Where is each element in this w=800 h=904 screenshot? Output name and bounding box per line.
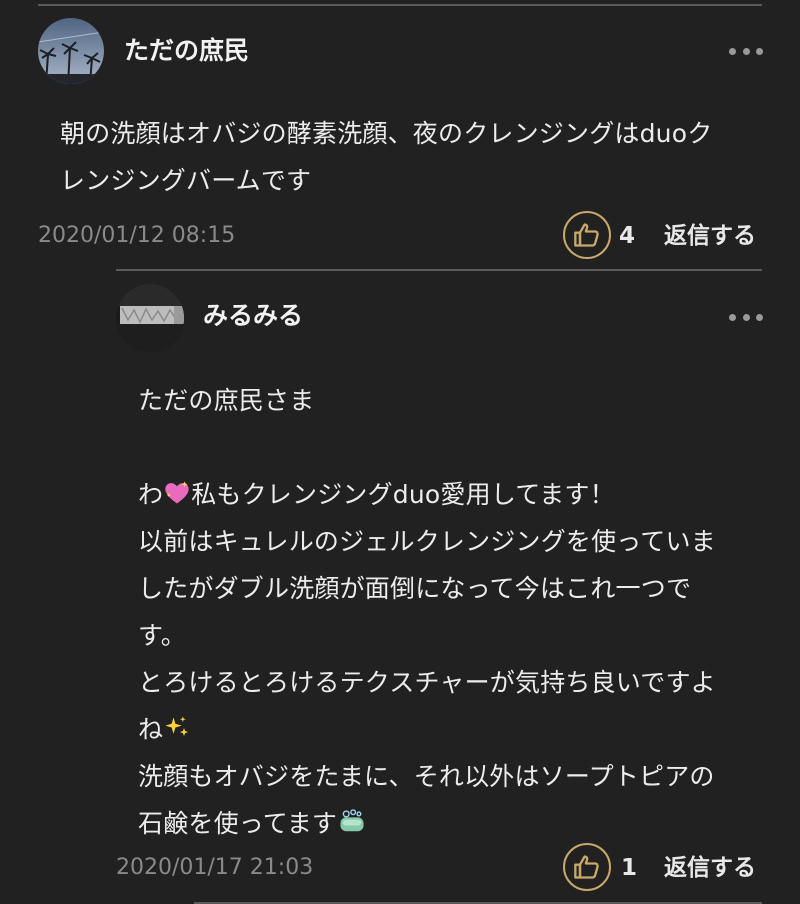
comment-thread: ただの庶民 朝の洗顔はオバジの酵素洗顔、夜のクレンジングはduoク レンジングバ… bbox=[0, 0, 800, 904]
reply-divider bbox=[116, 269, 762, 271]
comment-text: わ bbox=[138, 480, 164, 509]
comment-line: ね bbox=[138, 706, 716, 753]
like-button[interactable] bbox=[563, 843, 611, 891]
comment-author[interactable]: ただの庶民 bbox=[124, 38, 249, 63]
reply-button[interactable]: 返信する bbox=[664, 225, 756, 248]
comment-line: レンジングバームです bbox=[60, 166, 312, 195]
comment-text: ね bbox=[138, 715, 164, 744]
like-count: 4 bbox=[619, 223, 636, 249]
like-button[interactable] bbox=[563, 211, 611, 259]
comment-line: とろけるとろけるテクスチャーが気持ち良いですよ bbox=[138, 668, 716, 697]
sparkles-icon bbox=[165, 716, 189, 737]
comment-line: したがダブル洗顔が面倒になって今はこれ一つで bbox=[138, 574, 692, 603]
avatar[interactable] bbox=[38, 18, 104, 84]
thumbs-up-icon bbox=[574, 855, 599, 879]
comment-timestamp: 2020/01/12 08:15 bbox=[38, 223, 236, 248]
comment-text: 私もクレンジングduo愛用してます！ bbox=[191, 480, 615, 509]
comment-line: 以前はキュレルのジェルクレンジングを使っていま bbox=[138, 527, 716, 556]
comment-line: ただの庶民さま bbox=[138, 386, 315, 415]
comment-line: 洗顔もオバジをたまに、それ以外はソープトピアの bbox=[138, 762, 715, 791]
top-divider bbox=[38, 4, 762, 6]
comment-line: 朝の洗顔はオバジの酵素洗顔、夜のクレンジングはduoク bbox=[60, 119, 713, 148]
comment-author[interactable]: みるみる bbox=[203, 303, 303, 328]
thumbs-up-icon bbox=[574, 223, 599, 247]
comment-body: ただの庶民さま わ 私もクレンジングduo愛用してます！ 以前はキュレルのジェル… bbox=[138, 377, 716, 847]
avatar[interactable] bbox=[116, 284, 184, 352]
comment-line: 石鹸を使ってます bbox=[138, 800, 716, 847]
sparkling-heart-icon bbox=[165, 481, 189, 504]
comment-body: 朝の洗顔はオバジの酵素洗顔、夜のクレンジングはduoク レンジングバームです bbox=[60, 110, 712, 204]
more-options-icon[interactable] bbox=[729, 46, 763, 56]
soap-icon bbox=[340, 809, 364, 832]
comment-text: 石鹸を使ってます bbox=[138, 809, 338, 838]
comment-line: わ 私もクレンジングduo愛用してます！ bbox=[138, 471, 716, 518]
like-count: 1 bbox=[621, 855, 638, 881]
comment-line: す。 bbox=[138, 621, 186, 650]
more-options-icon[interactable] bbox=[729, 312, 763, 322]
comment-timestamp: 2020/01/17 21:03 bbox=[116, 855, 314, 880]
reply-button[interactable]: 返信する bbox=[664, 857, 756, 880]
